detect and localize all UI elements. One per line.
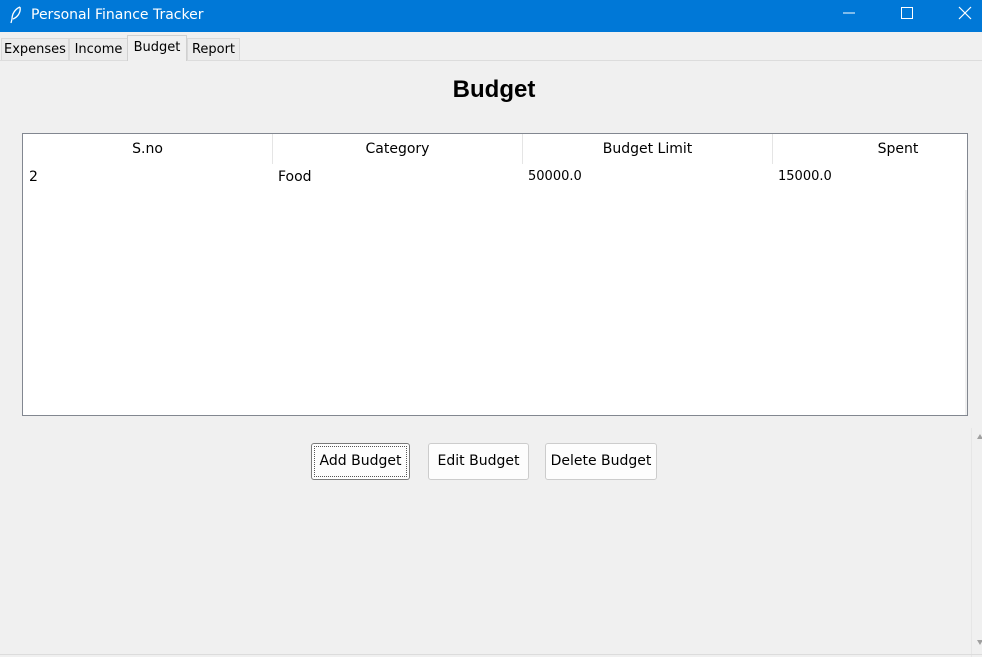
close-icon bbox=[958, 6, 972, 20]
feather-icon bbox=[8, 6, 24, 24]
table-header: S.no Category Budget Limit Spent bbox=[23, 134, 967, 164]
maximize-button[interactable] bbox=[879, 0, 937, 26]
tab-expenses[interactable]: Expenses bbox=[1, 38, 69, 60]
cell-budget-limit: 50000.0 bbox=[528, 169, 582, 184]
budget-table[interactable]: S.no Category Budget Limit Spent 2 Food … bbox=[22, 133, 968, 416]
app-window: Personal Finance Tracker Expenses Income… bbox=[0, 0, 982, 657]
column-header-category[interactable]: Category bbox=[273, 134, 523, 164]
column-header-budget-limit[interactable]: Budget Limit bbox=[523, 134, 773, 164]
column-header-sno[interactable]: S.no bbox=[23, 134, 273, 164]
column-header-spent[interactable]: Spent bbox=[773, 134, 967, 164]
edit-budget-label: Edit Budget bbox=[437, 453, 520, 469]
minimize-button[interactable] bbox=[821, 0, 879, 26]
edit-budget-button[interactable]: Edit Budget bbox=[428, 443, 529, 480]
delete-budget-button[interactable]: Delete Budget bbox=[545, 443, 657, 480]
window-title: Personal Finance Tracker bbox=[31, 7, 204, 23]
table-edge bbox=[965, 190, 967, 415]
tab-income[interactable]: Income bbox=[69, 38, 128, 60]
cell-spent: 15000.0 bbox=[778, 169, 832, 184]
title-bar[interactable]: Personal Finance Tracker bbox=[0, 0, 982, 32]
close-button[interactable] bbox=[937, 0, 982, 26]
delete-budget-label: Delete Budget bbox=[550, 453, 652, 469]
cell-category: Food bbox=[278, 169, 312, 185]
page-title: Budget bbox=[452, 76, 536, 103]
table-row[interactable]: 2 Food 50000.0 15000.0 bbox=[23, 164, 967, 190]
notebook-tabs: Expenses Income Budget Report bbox=[0, 35, 982, 61]
vertical-scrollbar[interactable] bbox=[971, 428, 982, 657]
scroll-down-arrow-icon[interactable] bbox=[977, 640, 982, 645]
tab-budget[interactable]: Budget bbox=[127, 35, 187, 61]
bottom-divider bbox=[0, 654, 982, 655]
scrollbar-edge bbox=[971, 428, 972, 657]
tab-report[interactable]: Report bbox=[187, 38, 240, 60]
scroll-up-arrow-icon[interactable] bbox=[977, 434, 982, 439]
add-budget-button[interactable]: Add Budget bbox=[311, 443, 410, 480]
cell-sno: 2 bbox=[29, 169, 38, 185]
maximize-icon bbox=[901, 7, 913, 19]
focus-ring bbox=[314, 446, 407, 477]
minimize-icon bbox=[843, 12, 855, 14]
